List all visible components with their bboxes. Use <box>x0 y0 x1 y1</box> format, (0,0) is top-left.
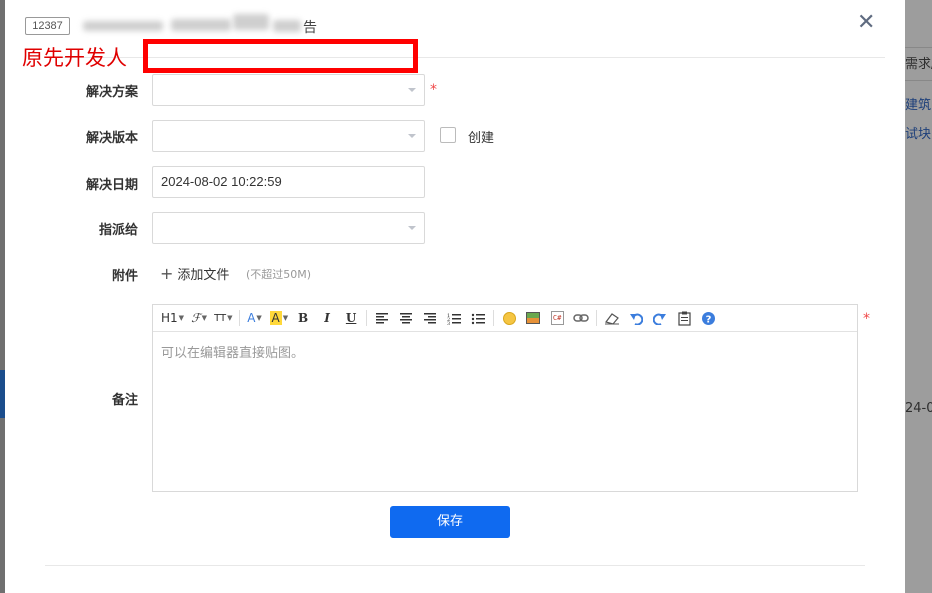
resolved-date-input[interactable]: 2024-08-02 10:22:59 <box>152 166 425 198</box>
required-mark: * <box>863 311 870 327</box>
save-button[interactable]: 保存 <box>390 506 510 538</box>
heading-button[interactable]: H1 ▼ <box>161 309 184 327</box>
background-divider <box>905 47 932 48</box>
redo-icon[interactable] <box>651 309 669 327</box>
annotation-label: 原先开发人 <box>22 46 127 70</box>
resolution-select[interactable] <box>152 74 425 106</box>
create-version-label[interactable]: 创建 <box>468 127 494 146</box>
align-center-icon[interactable] <box>397 309 415 327</box>
emoji-icon[interactable] <box>500 309 518 327</box>
undo-icon[interactable] <box>627 309 645 327</box>
bold-button[interactable]: B <box>294 309 312 327</box>
chevron-down-icon <box>408 134 416 138</box>
close-button[interactable]: ✕ <box>857 10 875 35</box>
font-family-button[interactable]: ℱ ▼ <box>190 309 208 327</box>
create-version-checkbox[interactable] <box>440 127 456 143</box>
add-file-label: 添加文件 <box>177 268 230 283</box>
assignee-label: 指派给 <box>98 223 138 238</box>
ordered-list-icon[interactable]: 123 <box>445 309 463 327</box>
italic-button[interactable]: I <box>318 309 336 327</box>
svg-text:3: 3 <box>447 321 450 325</box>
align-right-icon[interactable] <box>421 309 439 327</box>
version-label: 解决版本 <box>85 131 138 146</box>
background-color-button[interactable]: A ▼ <box>269 309 288 327</box>
unordered-list-icon[interactable] <box>469 309 487 327</box>
background-divider <box>905 80 932 81</box>
image-icon[interactable] <box>524 309 542 327</box>
background-text: 24-08 <box>905 401 932 416</box>
align-left-icon[interactable] <box>373 309 391 327</box>
resolution-label: 解决方案 <box>85 85 138 100</box>
attachment-label: 附件 <box>111 269 138 284</box>
issue-id-badge: 12387 <box>25 17 70 35</box>
assignee-select[interactable] <box>152 212 425 244</box>
date-label: 解决日期 <box>85 178 138 193</box>
code-icon[interactable]: C# <box>548 309 566 327</box>
dialog-title-tail: 告 <box>303 20 317 36</box>
blurred-title <box>83 14 317 38</box>
chevron-down-icon <box>408 226 416 230</box>
toolbar-separator <box>596 310 598 326</box>
notes-editor[interactable]: H1 ▼ ℱ ▼ TT ▼ A ▼ A ▼ B I U 123 C# ? 可以在… <box>152 304 858 492</box>
version-select[interactable] <box>152 120 425 152</box>
required-mark: * <box>430 82 437 98</box>
plus-icon: + <box>160 264 174 283</box>
resolve-dialog: 12387 告 ✕ 原先开发人 解决方案 * 解决版本 创建 解决日期 2024… <box>5 0 905 593</box>
notes-label: 备注 <box>111 393 138 408</box>
paste-icon[interactable] <box>675 309 693 327</box>
footer-divider <box>45 565 865 566</box>
svg-text:?: ? <box>705 314 711 325</box>
editor-placeholder: 可以在编辑器直接贴图。 <box>161 346 305 361</box>
annotation-highlight-box <box>143 39 418 73</box>
add-file-button[interactable]: + 添加文件 <box>160 264 229 283</box>
underline-button[interactable]: U <box>342 309 360 327</box>
link-icon[interactable] <box>572 309 590 327</box>
editor-toolbar: H1 ▼ ℱ ▼ TT ▼ A ▼ A ▼ B I U 123 C# ? <box>153 305 857 332</box>
toolbar-separator <box>366 310 368 326</box>
eraser-icon[interactable] <box>603 309 621 327</box>
background-link: 建筑 <box>905 98 932 113</box>
help-icon[interactable]: ? <box>699 309 717 327</box>
toolbar-separator <box>493 310 495 326</box>
background-link: 试块 <box>905 127 932 142</box>
font-size-button[interactable]: TT ▼ <box>214 309 232 327</box>
font-color-button[interactable]: A ▼ <box>246 309 264 327</box>
file-size-hint: (不超过50M) <box>246 268 312 281</box>
background-text: 需求/ <box>905 57 932 72</box>
chevron-down-icon <box>408 88 416 92</box>
background-page-right: 需求/ 建筑 试块 24-08 <box>905 0 932 593</box>
toolbar-separator <box>238 310 240 326</box>
